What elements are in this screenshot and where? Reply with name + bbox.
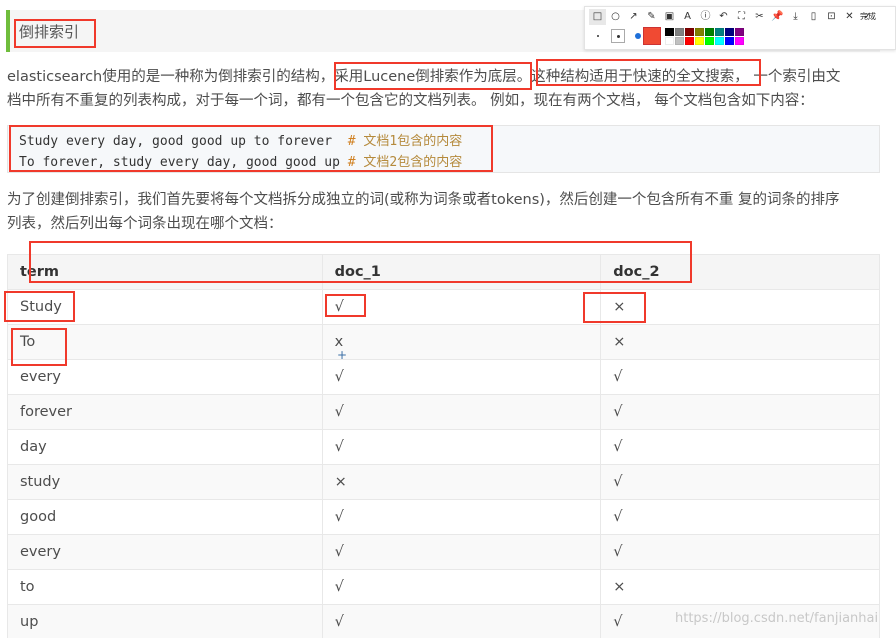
color-swatch[interactable]: [695, 28, 704, 36]
term-cell: every: [7, 534, 323, 570]
annotation-box-table-header: [29, 241, 692, 283]
term-cell: up: [7, 604, 323, 638]
table-row: study × √: [7, 464, 880, 500]
doc-1-cell: √: [321, 499, 602, 535]
doc-2-cell: √: [600, 464, 880, 500]
doc-2-cell: √: [600, 499, 880, 535]
arrow-tool-icon[interactable]: ↗: [625, 9, 642, 25]
cut-icon[interactable]: ✂: [751, 9, 768, 25]
term-cell: to: [7, 569, 323, 605]
color-swatch[interactable]: [675, 28, 684, 36]
table-row: good √ √: [7, 499, 880, 535]
download-icon[interactable]: ⤓: [787, 9, 804, 25]
table-row: forever √ √: [7, 394, 880, 430]
doc-1-cell: √: [321, 534, 602, 570]
doc-2-cell: √: [600, 534, 880, 570]
table-row: Study √ ×: [7, 289, 880, 325]
table-row: day √ √: [7, 429, 880, 465]
annotation-box-doc1-check: [325, 294, 366, 317]
term-cell: forever: [7, 394, 323, 430]
term-cell: day: [7, 429, 323, 465]
annotation-toolbar: □ ○ ↗ ✎ ▣ A ⓘ ↶ ⛶ ✂ 📌 ⤓ ▯ ⊡ ✕ ✓ 完成: [584, 6, 896, 50]
intro-line-2: 档中所有不重复的列表构成，对于每一个词，都有一个包含它的文档列表。 例如，现在有…: [7, 93, 814, 109]
doc-1-cell: √: [321, 569, 602, 605]
done-button[interactable]: 完成: [860, 9, 876, 25]
intro-text-a: elasticsearch使用的是一种称为倒排索引的结构，: [7, 69, 335, 85]
inverted-index-table: term doc_1 doc_2 Study √ × To x × every √ √ fo…: [7, 254, 880, 638]
doc-2-cell: √: [600, 394, 880, 430]
annotation-box-doc2-cross: [583, 292, 646, 323]
doc-1-cell: x: [321, 324, 602, 360]
annotation-box-heading: [14, 19, 96, 48]
crop-icon[interactable]: ⛶: [733, 9, 750, 25]
color-swatch[interactable]: [665, 28, 674, 36]
doc-2-cell: ×: [600, 324, 880, 360]
doc-2-cell: ×: [600, 569, 880, 605]
doc-1-cell: √: [321, 604, 602, 638]
ellipse-tool-icon[interactable]: ○: [607, 9, 624, 25]
phone-icon[interactable]: ▯: [805, 9, 822, 25]
current-color-swatch[interactable]: [643, 27, 661, 45]
pen-tool-icon[interactable]: ✎: [643, 9, 660, 25]
annotation-box-lucene: [334, 62, 532, 90]
table-row: every √ √: [7, 534, 880, 570]
brush-size-small[interactable]: [591, 29, 605, 43]
color-swatch[interactable]: [735, 28, 744, 36]
color-swatch[interactable]: [705, 37, 714, 45]
doc-1-cell: √: [321, 394, 602, 430]
term-cell: good: [7, 499, 323, 535]
color-swatch[interactable]: [695, 37, 704, 45]
annotation-box-to: [11, 328, 67, 366]
pin-icon[interactable]: 📌: [769, 9, 786, 25]
desc-line-2: 列表，然后列出每个词条出现在哪个文档：: [7, 216, 283, 232]
number-tool-icon[interactable]: ⓘ: [697, 9, 714, 25]
rectangle-tool-icon[interactable]: □: [589, 9, 606, 25]
color-swatch[interactable]: [705, 28, 714, 36]
annotation-box-study: [4, 291, 75, 322]
doc-2-cell: √: [600, 359, 880, 395]
toolbar-tools: □ ○ ↗ ✎ ▣ A ⓘ ↶ ⛶ ✂ 📌 ⤓ ▯ ⊡ ✕ ✓: [589, 9, 876, 25]
doc-1-cell: √: [321, 359, 602, 395]
color-swatch[interactable]: [685, 28, 694, 36]
color-swatch[interactable]: [715, 28, 724, 36]
brush-size-medium[interactable]: [611, 29, 625, 43]
text-tool-icon[interactable]: A: [679, 9, 696, 25]
color-palette: [665, 28, 744, 45]
term-cell: study: [7, 464, 323, 500]
color-swatch[interactable]: [665, 37, 674, 45]
crosshair-cursor-icon: +: [337, 348, 348, 362]
annotation-box-fulltext: [536, 59, 761, 86]
brush-size-picker: [591, 29, 645, 43]
table-row: to √ ×: [7, 569, 880, 605]
color-swatch[interactable]: [735, 37, 744, 45]
doc-1-cell: √: [321, 429, 602, 465]
color-swatch[interactable]: [715, 37, 724, 45]
mosaic-tool-icon[interactable]: ▣: [661, 9, 678, 25]
color-swatch[interactable]: [685, 37, 694, 45]
save-icon[interactable]: ⊡: [823, 9, 840, 25]
annotation-box-code: [9, 125, 493, 172]
table-row: every √ √: [7, 359, 880, 395]
undo-icon[interactable]: ↶: [715, 9, 732, 25]
close-icon[interactable]: ✕: [841, 9, 858, 25]
table-row: To x ×: [7, 324, 880, 360]
color-swatch[interactable]: [725, 37, 734, 45]
desc-line-1: 为了创建倒排索引，我们首先要将每个文档拆分成独立的词(或称为词条或者tokens…: [7, 192, 840, 208]
watermark: https://blog.csdn.net/fanjianhai: [675, 611, 879, 626]
color-swatch[interactable]: [675, 37, 684, 45]
color-swatch[interactable]: [725, 28, 734, 36]
doc-2-cell: √: [600, 429, 880, 465]
doc-1-cell: ×: [321, 464, 602, 500]
